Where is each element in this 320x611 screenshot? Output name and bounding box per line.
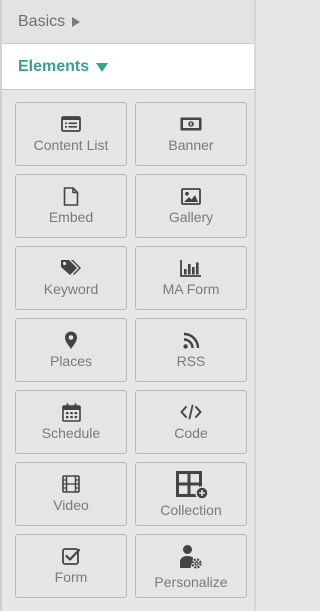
map-pin-icon bbox=[64, 330, 78, 350]
elements-section-label: Elements bbox=[18, 57, 90, 75]
bar-chart-icon bbox=[180, 258, 202, 278]
tile-label: Embed bbox=[48, 209, 94, 225]
calendar-icon bbox=[61, 402, 81, 422]
tile-collection[interactable]: Collection bbox=[135, 462, 247, 526]
embed-document-icon bbox=[63, 186, 79, 206]
collection-add-icon bbox=[173, 470, 209, 500]
tile-code[interactable]: Code bbox=[135, 390, 247, 454]
tile-label: Code bbox=[174, 425, 208, 441]
tile-label: Content List bbox=[33, 137, 109, 153]
tile-label: Keyword bbox=[43, 281, 99, 297]
tile-form[interactable]: Form bbox=[15, 534, 127, 598]
gallery-image-icon bbox=[181, 186, 201, 206]
content-list-icon bbox=[61, 114, 81, 134]
tile-banner[interactable]: Banner bbox=[135, 102, 247, 166]
tile-gallery[interactable]: Gallery bbox=[135, 174, 247, 238]
tile-places[interactable]: Places bbox=[15, 318, 127, 382]
tile-label: Collection bbox=[160, 501, 222, 518]
tile-ma-form[interactable]: MA Form bbox=[135, 246, 247, 310]
tile-label: Video bbox=[53, 497, 89, 513]
tile-label: Banner bbox=[168, 137, 214, 153]
collapse-down-triangle-icon bbox=[96, 63, 109, 72]
elements-section-header[interactable]: Elements bbox=[2, 44, 254, 90]
banner-icon bbox=[180, 114, 202, 134]
user-gear-icon bbox=[179, 542, 203, 572]
tile-label: Form bbox=[54, 569, 88, 585]
film-icon bbox=[62, 474, 80, 494]
tile-video[interactable]: Video bbox=[15, 462, 127, 526]
rss-icon bbox=[182, 330, 200, 350]
tile-content-list[interactable]: Content List bbox=[15, 102, 127, 166]
expand-right-triangle-icon bbox=[72, 17, 81, 27]
tile-label: Gallery bbox=[168, 209, 214, 225]
elements-grid: Content List Banner Embed Gallery Keywor… bbox=[15, 102, 247, 598]
basics-section-label: Basics bbox=[18, 12, 66, 30]
tags-icon bbox=[60, 258, 82, 278]
basics-section-header[interactable]: Basics bbox=[2, 0, 254, 44]
tile-rss[interactable]: RSS bbox=[135, 318, 247, 382]
tile-keyword[interactable]: Keyword bbox=[15, 246, 127, 310]
tile-personalize[interactable]: Personalize bbox=[135, 534, 247, 598]
tile-embed[interactable]: Embed bbox=[15, 174, 127, 238]
tile-schedule[interactable]: Schedule bbox=[15, 390, 127, 454]
checkbox-form-icon bbox=[62, 546, 80, 566]
element-palette-panel: Basics Elements Content List Banner Embe… bbox=[0, 0, 256, 611]
tile-label: RSS bbox=[176, 353, 206, 369]
tile-label: Places bbox=[49, 353, 93, 369]
code-icon bbox=[180, 402, 202, 422]
tile-label: Personalize bbox=[154, 573, 228, 590]
tile-label: MA Form bbox=[162, 281, 220, 297]
tile-label: Schedule bbox=[41, 425, 101, 441]
